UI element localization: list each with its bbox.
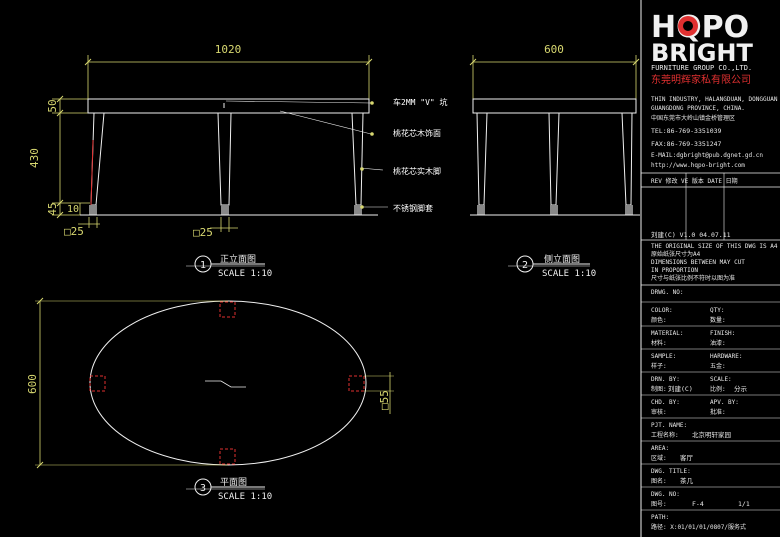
title-value: 茶几 [680, 476, 694, 485]
top-thickness-label: 50 [46, 99, 59, 112]
hardware-en: HARDWARE: [710, 353, 743, 360]
color-en: COLOR: [651, 307, 673, 314]
front-view-scale: SCALE 1:10 [218, 269, 272, 279]
hardware-cn: 五金: [710, 362, 726, 370]
drn-cn: 制图: [651, 385, 667, 393]
drwg-no-label: DRWG. NO: [651, 289, 684, 296]
revision-row: 刘建(C) V1.0 04.07.11 [651, 230, 731, 239]
foot-height-label: 45 [46, 202, 59, 215]
no-cn: 图号: [651, 501, 667, 508]
tel: TEL:86-769-3351039 [651, 127, 722, 135]
scale-en: SCALE: [710, 376, 732, 383]
title-cn: 图名: [651, 477, 667, 485]
leader-dot [370, 101, 374, 105]
area-en: AREA: [651, 445, 669, 452]
ferrule-center [221, 205, 229, 215]
note-v-groove: 车2MM "V" 坑 [393, 97, 448, 107]
notice-3: DIMENSIONS BETWEEN MAY CUT [651, 259, 745, 266]
ferrule [477, 205, 485, 215]
pjt-name: PJT. NAME: [651, 422, 687, 429]
drn-by: DRN. BY: [651, 376, 680, 383]
no-value: F-4 [692, 500, 704, 508]
finish-en: FINISH: [710, 330, 735, 337]
chd-by: CHD. BY: [651, 399, 680, 406]
qty-cn: 数量: [710, 316, 726, 324]
logo-bright: BRIGHT [651, 39, 753, 67]
qty-en: QTY: [710, 307, 724, 314]
website: http://www.hqpo-bright.com [651, 162, 745, 169]
area-value: 客厅 [680, 453, 694, 462]
sample-cn: 样子: [651, 362, 667, 370]
notice-2: 原始纸张尺寸为A4 [651, 250, 701, 258]
finish-cn: 油漆: [710, 339, 726, 347]
drawing-canvas: 1020 50 430 45 10 □25 □25 1 正立面图 SCALE 1… [0, 0, 780, 537]
ferrule-left [89, 205, 97, 215]
chd-cn: 审核: [651, 408, 667, 416]
view-number-1: 1 [200, 260, 206, 271]
leader-dot [370, 132, 374, 136]
address-line-1: THIN INDUSTRY, HALANGDUAN, DONGGUAN [651, 96, 778, 103]
dwg-title: DWG. TITLE: [651, 468, 691, 475]
side-width-label: 600 [544, 43, 564, 56]
note-ferrule: 不锈钢脚套 [393, 203, 433, 213]
leader-dot [360, 205, 364, 209]
ferrule [625, 205, 633, 215]
fax: FAX:86-769-3351247 [651, 140, 722, 148]
apv-cn: 批准: [710, 408, 726, 416]
side-view-title: 侧立面图 [544, 253, 580, 265]
note-veneer: 桃花芯木饰面 [393, 128, 441, 138]
color-cn: 颜色: [651, 316, 667, 324]
company-cn: 东莞明辉家私有限公司 [651, 73, 751, 86]
view-number-2: 2 [522, 260, 528, 271]
foot-width-label: 10 [67, 204, 79, 215]
side-view-scale: SCALE 1:10 [542, 269, 596, 279]
apv-by: APV. BY: [710, 399, 739, 406]
address-line-2: GUANGDONG PROVINCE, CHINA. [651, 105, 745, 112]
path-value: 路径: X:01/01/01/0807/服务式 [651, 523, 746, 531]
front-height-label: 430 [28, 148, 41, 168]
leg-center-label: □25 [193, 226, 213, 239]
plan-depth-label: 600 [26, 374, 39, 394]
ferrule [550, 205, 558, 215]
notice-5: 尺寸与纸张比例不符时以图为准 [651, 274, 735, 282]
dwg-no: DWG. NO: [651, 491, 680, 498]
note-solid-leg: 桃花芯实木脚 [393, 166, 441, 176]
material-en: MATERIAL: [651, 330, 684, 337]
material-cn: 材料: [651, 339, 667, 347]
revision-header: REV 修改 VE 版本 DATE 日期 [651, 177, 738, 185]
notice-1: THE ORIGINAL SIZE OF THIS DWG IS A4 [651, 243, 778, 250]
drn-value: 刘建(C) [668, 384, 693, 393]
plan-view-scale: SCALE 1:10 [218, 492, 272, 502]
scale-cn: 比例: [710, 385, 726, 393]
logo-red-o-inner [683, 21, 693, 31]
sample-en: SAMPLE: [651, 353, 676, 360]
pjt-cn: 工程名称: [651, 431, 679, 439]
leader-dot [360, 167, 364, 171]
front-width-label: 1020 [215, 43, 242, 56]
notice-4: IN PROPORTION [651, 267, 698, 274]
area-cn: 区域: [651, 454, 667, 462]
path-en: PATH: [651, 514, 669, 521]
front-view-title: 正立面图 [220, 253, 256, 265]
leg-left-label: □25 [64, 225, 84, 238]
plan-leg-label: □55 [378, 390, 391, 410]
view-number-3: 3 [200, 483, 206, 494]
pjt-value: 北京明轩家园 [692, 430, 731, 439]
scale-value: 分示 [734, 384, 748, 393]
plan-view-title: 平面图 [220, 477, 247, 488]
sheet: 1/1 [738, 500, 750, 508]
address-line-3: 中国东莞市大岭山镇金桥管理区 [651, 114, 735, 122]
company-en: FURNITURE GROUP CO.,LTD. [651, 64, 752, 72]
email: E-MAIL:dgbright@pub.dgnet.gd.cn [651, 152, 763, 159]
